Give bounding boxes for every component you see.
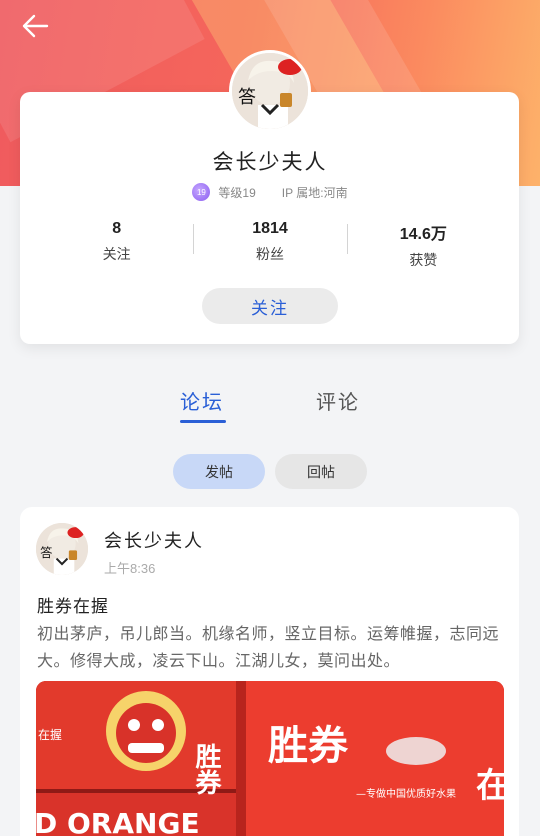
- level-text: 等级19: [218, 185, 256, 200]
- avatar-image: 答: [232, 53, 308, 129]
- stat-label: 粉丝: [255, 246, 284, 262]
- image-box-side-text: 胜券: [191, 743, 221, 795]
- follow-button[interactable]: 关注: [202, 288, 338, 324]
- avatar[interactable]: 答: [229, 50, 311, 132]
- stat-value: 14.6万: [399, 226, 447, 243]
- stat-following[interactable]: 8 关注: [40, 220, 193, 270]
- post-timestamp: 上午8:36: [104, 561, 156, 576]
- image-orange-text: D ORANGE: [36, 807, 200, 836]
- post-image[interactable]: 胜券 在握 胜券 —专做中国优质好水果 在 D ORANGE: [36, 681, 504, 836]
- post-card[interactable]: 答 会长少夫人 上午8:36 胜券在握 初出茅庐，吊儿郎当。机缘名师，竖立目标。…: [20, 507, 519, 836]
- image-side-text: 在: [476, 766, 504, 806]
- stat-followers[interactable]: 1814 粉丝: [193, 220, 346, 270]
- post-image-art: 胜券 在握 胜券 —专做中国优质好水果 在 D ORANGE: [36, 681, 504, 836]
- arrow-left-icon: [22, 14, 49, 38]
- active-tab-indicator: [180, 420, 226, 423]
- subtab-posts[interactable]: 发帖: [173, 454, 265, 489]
- stat-value: 1814: [252, 220, 288, 237]
- svg-text:答: 答: [40, 545, 52, 560]
- avatar-image: 答: [36, 523, 88, 575]
- content-tabs: 论坛 评论: [0, 386, 540, 426]
- post-author-name[interactable]: 会长少夫人: [104, 527, 204, 553]
- back-button[interactable]: [18, 10, 52, 42]
- image-sub-text: —专做中国优质好水果: [356, 787, 456, 800]
- subtab-replies[interactable]: 回帖: [275, 454, 367, 489]
- ip-location: IP 属地:河南: [281, 185, 348, 200]
- stat-label: 获赞: [409, 252, 438, 268]
- level-badge-icon: 19: [192, 183, 211, 201]
- image-small-text: 在握: [38, 727, 62, 742]
- post-title: 胜券在握: [37, 597, 109, 616]
- tab-comment[interactable]: 评论: [316, 386, 360, 415]
- tab-forum[interactable]: 论坛: [180, 386, 224, 415]
- stat-label: 关注: [102, 246, 131, 262]
- profile-meta: 19 等级19 IP 属地:河南: [0, 183, 540, 201]
- image-main-text: 胜券: [268, 723, 349, 769]
- post-author-avatar[interactable]: 答: [36, 523, 88, 575]
- post-body: 初出茅庐，吊儿郎当。机缘名师，竖立目标。运筹帷握，志同远大。修得大成，凌云下山。…: [37, 626, 499, 670]
- svg-text:答: 答: [238, 87, 256, 108]
- profile-stats: 8 关注 1814 粉丝 14.6万 获赞: [40, 220, 500, 270]
- stat-likes: 14.6万 获赞: [346, 220, 500, 270]
- profile-nickname: 会长少夫人: [212, 151, 328, 174]
- stat-value: 8: [112, 220, 122, 237]
